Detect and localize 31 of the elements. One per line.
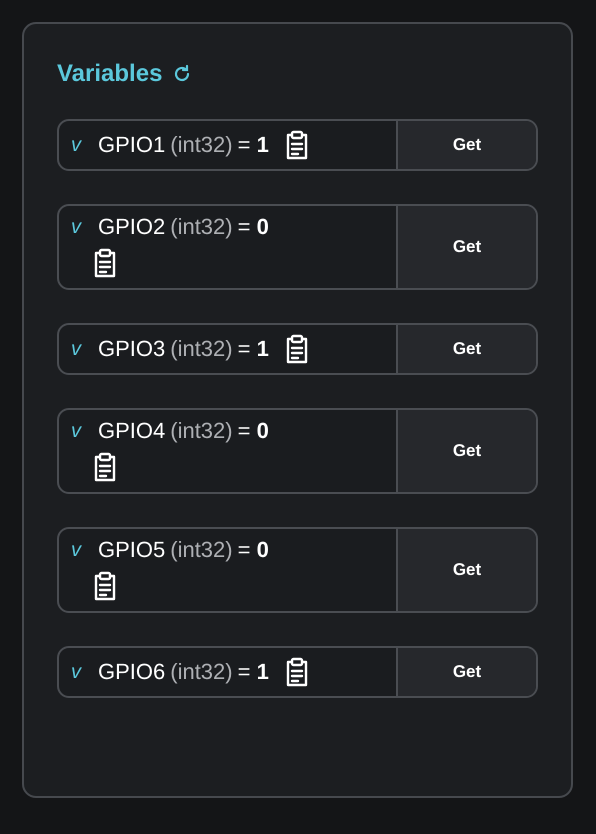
variable-value: = 1 <box>238 336 269 362</box>
get-button[interactable]: Get <box>396 529 536 611</box>
variable-value: = 1 <box>238 659 269 685</box>
variable-value: = 1 <box>238 132 269 158</box>
variable-value: = 0 <box>238 214 269 240</box>
variable-name: GPIO6 <box>98 659 166 685</box>
variable-name: GPIO5 <box>98 537 166 563</box>
panel-title: Variables <box>57 60 162 88</box>
variable-type: (int32) <box>170 659 233 685</box>
variable-type: (int32) <box>170 214 233 240</box>
variable-prefix: v <box>71 660 83 684</box>
variable-prefix: v <box>71 134 83 156</box>
variable-value: = 0 <box>238 537 269 563</box>
get-button[interactable]: Get <box>396 325 536 373</box>
variable-name: GPIO3 <box>98 336 166 362</box>
get-button[interactable]: Get <box>396 410 536 492</box>
variable-value: = 0 <box>238 418 269 444</box>
variable-type: (int32) <box>170 132 233 158</box>
variable-type: (int32) <box>170 537 233 563</box>
variable-type: (int32) <box>170 336 233 362</box>
variable-prefix: v <box>71 420 83 442</box>
variable-name: GPIO2 <box>98 214 166 240</box>
variable-name: GPIO4 <box>98 418 166 444</box>
get-button[interactable]: Get <box>396 121 536 169</box>
get-button[interactable]: Get <box>396 206 536 288</box>
variable-prefix: v <box>71 338 83 360</box>
variable-prefix: v <box>71 538 83 562</box>
get-button[interactable]: Get <box>396 648 536 696</box>
variable-type: (int32) <box>170 418 233 444</box>
variable-name: GPIO1 <box>98 132 166 158</box>
variable-prefix: v <box>71 216 83 238</box>
